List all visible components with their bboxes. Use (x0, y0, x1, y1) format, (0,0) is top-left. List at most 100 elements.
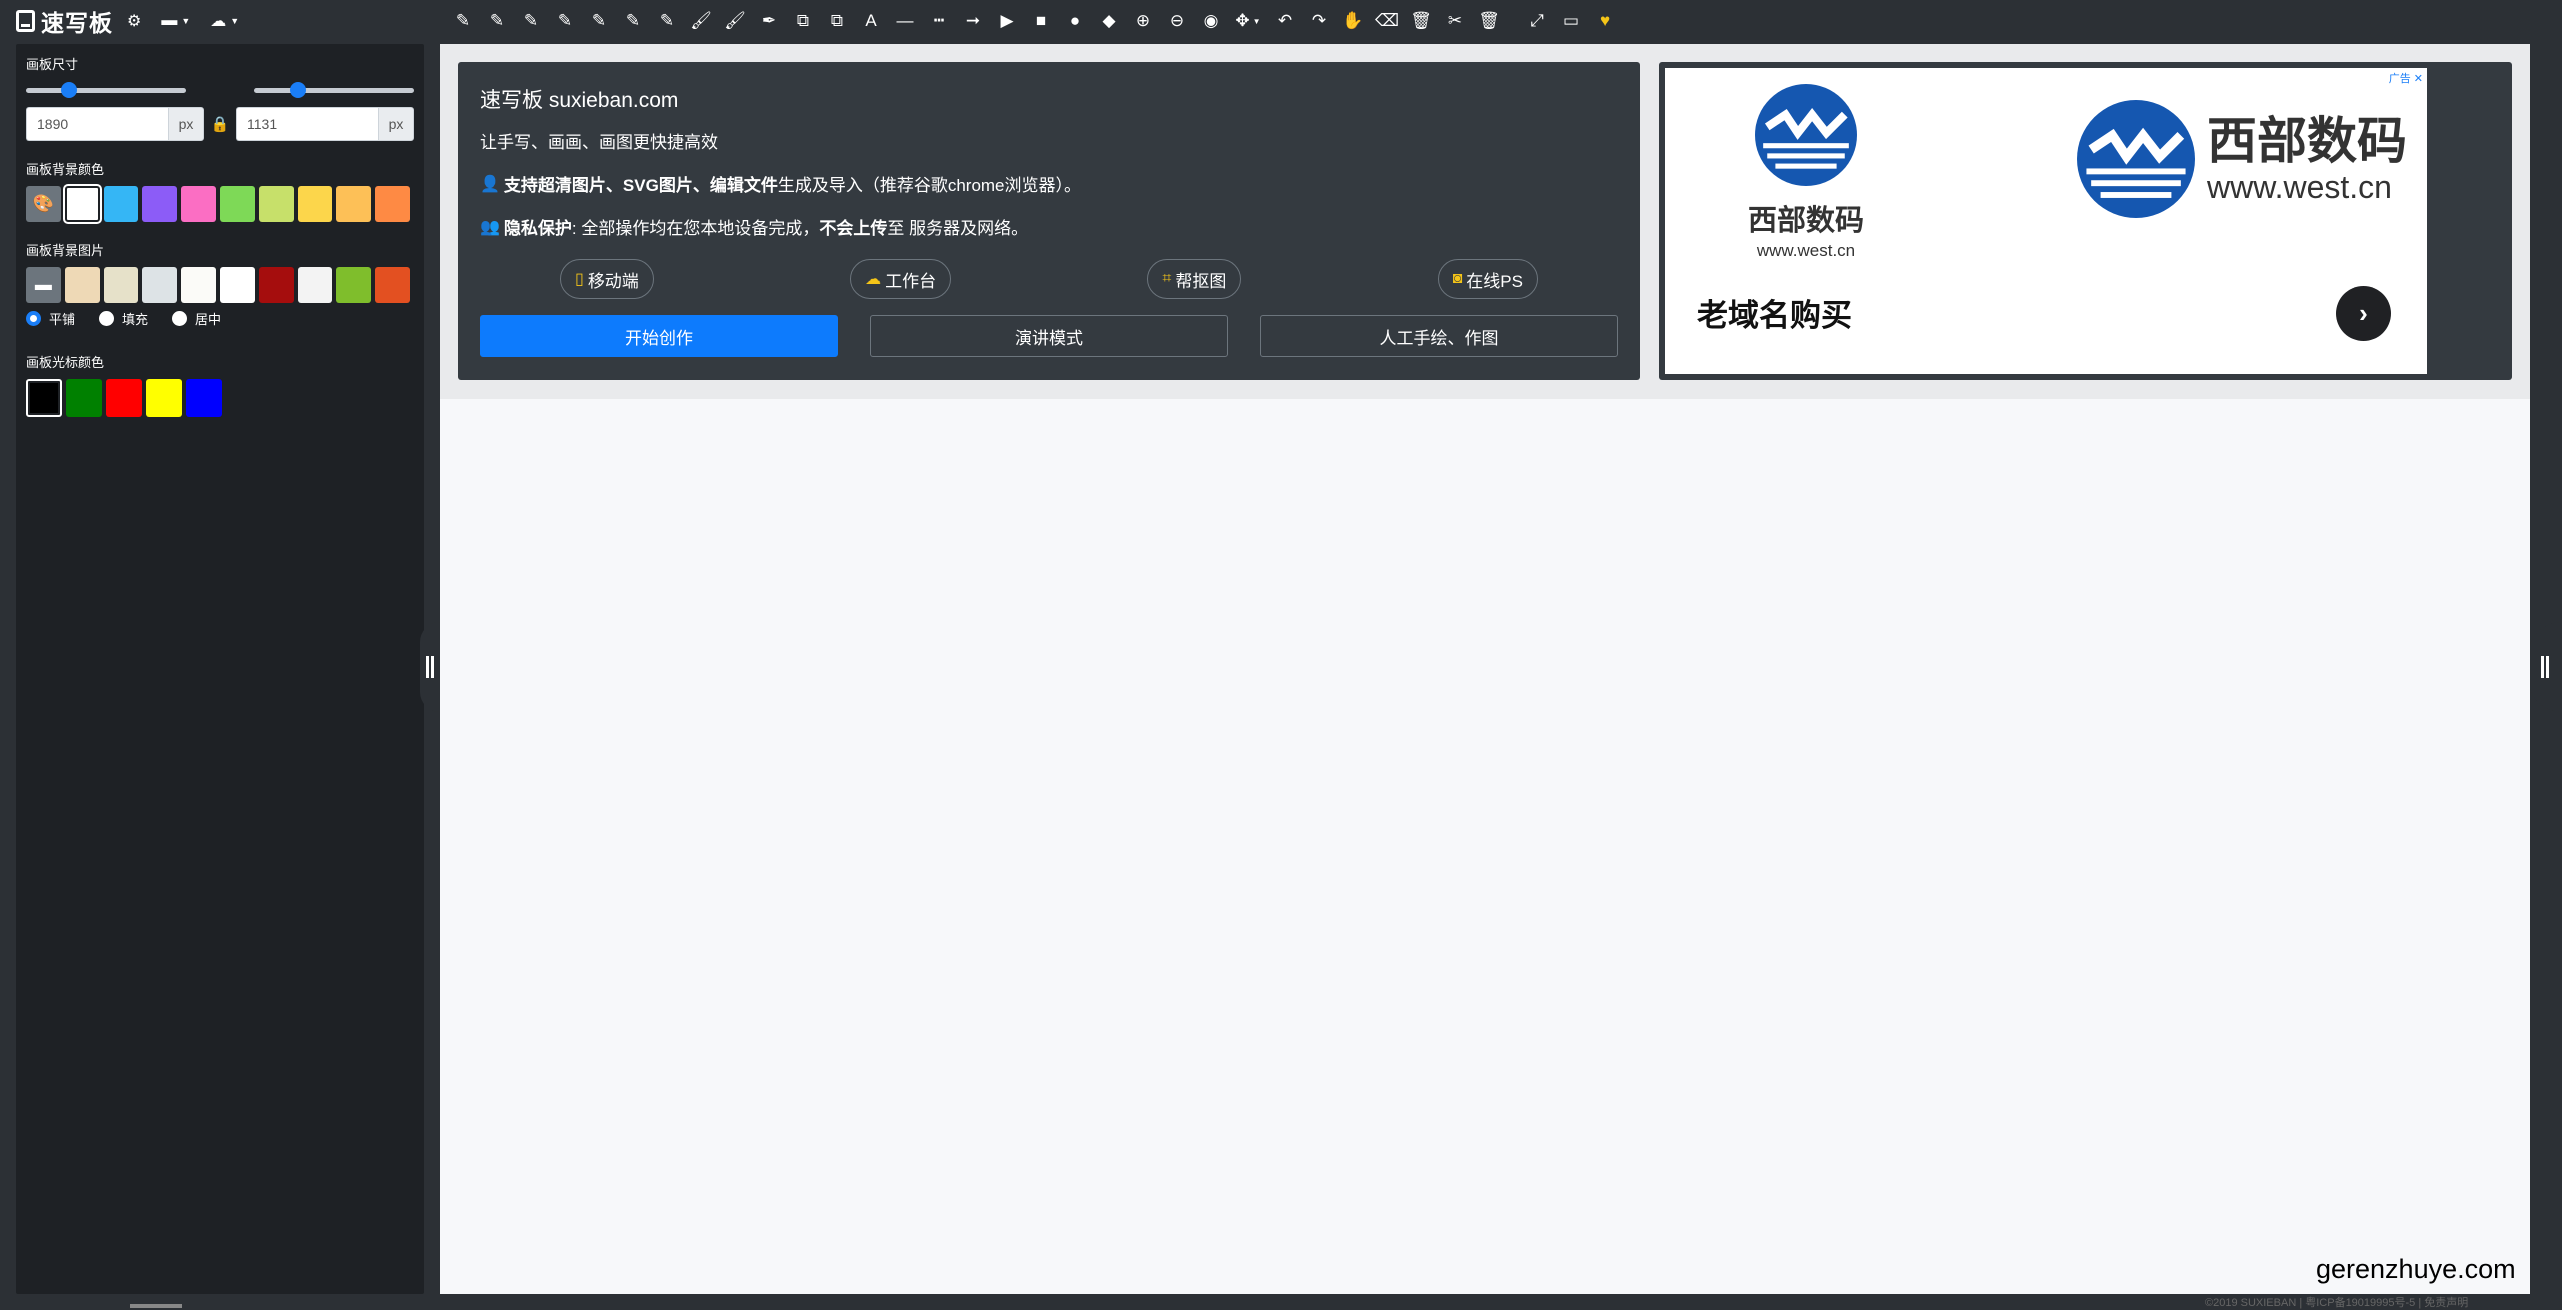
cloud-upload-icon[interactable]: ☁ ▼ (210, 11, 239, 31)
quick-link-0[interactable]: ▯ 移动端 (560, 259, 654, 299)
bg-color-swatch[interactable] (336, 186, 372, 222)
fill-mode-option[interactable]: 平铺 (26, 309, 75, 328)
triangle-icon[interactable]: ▶ (990, 4, 1024, 38)
quick-link-3[interactable]: ◙ 在线PS (1437, 259, 1538, 299)
folder-icon[interactable]: ▬ (26, 267, 61, 303)
brand[interactable]: 速写板 (16, 0, 113, 42)
pencil-4-icon[interactable]: ✎ (548, 4, 582, 38)
hand-icon[interactable]: ✋ (1336, 4, 1370, 38)
brush-2-icon[interactable]: 🖌 (718, 4, 752, 38)
bg-color-swatch[interactable] (220, 186, 255, 222)
pencil-5-icon-glyph: ✎ (591, 11, 607, 30)
presentation-mode-button[interactable]: 演讲模式 (870, 315, 1228, 357)
bg-image-label: 画板背景图片 (26, 243, 105, 258)
pencil-3-icon[interactable]: ✎ (514, 4, 548, 38)
brush-1-icon[interactable]: 🖌 (684, 4, 718, 38)
pencil-1-icon[interactable]: ✎ (446, 4, 480, 38)
height-slider[interactable] (254, 81, 414, 99)
fill-mode-option[interactable]: 填充 (99, 309, 148, 328)
eraser-icon[interactable]: ⌫ (1370, 4, 1404, 38)
square-icon[interactable]: ■ (1024, 4, 1058, 38)
bg-color-swatch[interactable] (62, 184, 102, 224)
bg-color-swatch[interactable] (297, 186, 333, 222)
scroll-handle[interactable] (130, 1304, 182, 1308)
bg-image-swatch[interactable] (142, 267, 178, 303)
bg-color-swatch[interactable] (375, 186, 410, 222)
start-create-button[interactable]: 开始创作 (480, 315, 838, 357)
bg-image-swatch[interactable] (64, 267, 100, 303)
fill-mode-option[interactable]: 居中 (172, 309, 221, 328)
pencil-7-icon[interactable]: ✎ (650, 4, 684, 38)
pencil-2-icon-glyph: ✎ (489, 11, 505, 30)
height-slider-thumb[interactable] (290, 82, 306, 98)
zoom-out-icon-glyph: ⊖ (1169, 11, 1185, 30)
bg-image-swatch[interactable] (258, 267, 294, 303)
circle-icon[interactable]: ● (1058, 4, 1092, 38)
bg-image-swatch[interactable] (219, 267, 255, 303)
bg-image-swatch[interactable] (103, 267, 139, 303)
folder-open-icon[interactable]: ▬ ▼ (161, 12, 190, 30)
cursor-color-swatch[interactable] (146, 379, 182, 417)
cursor-color-swatch[interactable] (66, 379, 102, 417)
width-slider-thumb[interactable] (60, 82, 77, 98)
bg-color-swatch[interactable] (142, 186, 178, 222)
presentation-icon[interactable]: ▭ (1554, 4, 1588, 38)
fullscreen-icon[interactable]: ⤢ (1520, 4, 1554, 38)
intro-subtitle: 让手写、画画、画图更快捷高效 (480, 133, 718, 152)
bg-image-swatch[interactable] (297, 267, 333, 303)
scissors-icon[interactable]: ✂ (1438, 4, 1472, 38)
bg-image-swatch[interactable] (181, 267, 216, 303)
bg-color-swatch[interactable] (181, 186, 217, 222)
pencil-6-icon[interactable]: ✎ (616, 4, 650, 38)
cursor-color-swatch[interactable] (186, 379, 222, 417)
shapes-alt-icon[interactable]: ⧉ (820, 4, 854, 38)
undo-icon[interactable]: ↶ (1268, 4, 1302, 38)
heart-icon[interactable]: ♥ (1588, 4, 1622, 38)
shapes-group-icon[interactable]: ◆ (1092, 4, 1126, 38)
dashed-line-icon[interactable]: ┅ (922, 4, 956, 38)
bg-color-swatch[interactable] (258, 186, 294, 222)
ad-close-tag[interactable]: 广告 ✕ (2389, 70, 2423, 86)
zoom-out-icon[interactable]: ⊖ (1160, 4, 1194, 38)
bg-image-swatch[interactable] (375, 267, 410, 303)
lock-icon[interactable]: 🔒 (208, 115, 232, 133)
manual-drawing-button[interactable]: 人工手绘、作图 (1260, 315, 1618, 357)
shapes-icon[interactable]: ⧉ (786, 4, 820, 38)
text-icon[interactable]: A (854, 4, 888, 38)
brush-2-icon-glyph: 🖌 (724, 11, 746, 30)
quick-link-label: 工作台 (885, 271, 937, 291)
radio-button[interactable] (99, 311, 115, 326)
pencil-5-icon[interactable]: ✎ (582, 4, 616, 38)
line-icon[interactable]: — (888, 4, 922, 38)
trash-icon[interactable]: 🗑 (1404, 4, 1438, 38)
square-icon-glyph: ■ (1035, 11, 1047, 30)
canvas-area[interactable]: 速写板 suxieban.com 让手写、画画、画图更快捷高效 👤 支持超清图片… (440, 44, 2530, 1294)
redo-icon[interactable]: ↷ (1302, 4, 1336, 38)
right-panel-toggle[interactable] (2528, 622, 2562, 712)
arrow-line-icon[interactable]: ➞ (956, 4, 990, 38)
cursor-color-swatch[interactable] (26, 379, 62, 417)
cursor-color-swatch[interactable] (106, 379, 142, 417)
quick-link-1[interactable]: ☁ 工作台 (850, 259, 952, 299)
width-slider[interactable] (26, 81, 186, 99)
height-input[interactable] (236, 107, 378, 141)
bg-color-swatch[interactable] (103, 186, 139, 222)
shapes-icon-glyph: ⧉ (796, 11, 810, 30)
quick-link-2[interactable]: ⌗ 帮抠图 (1147, 259, 1242, 299)
left-panel-toggle[interactable] (420, 622, 440, 712)
bg-image-swatch[interactable] (336, 267, 372, 303)
gear-icon[interactable]: ⚙ (127, 11, 141, 31)
palette-icon[interactable]: 🎨 (26, 186, 61, 222)
marker-icon[interactable]: ✒ (752, 4, 786, 38)
trash-all-icon[interactable]: 🗑 (1472, 4, 1506, 38)
privacy-text: : 全部操作均在您本地设备完成， (571, 219, 820, 238)
width-input[interactable] (26, 107, 168, 141)
ad-banner[interactable]: 广告 ✕ 西部数码 www.west.cn 西部数码 www.west.cn 老… (1665, 68, 2427, 374)
radio-button[interactable] (26, 311, 41, 326)
target-icon[interactable]: ◉ (1194, 4, 1228, 38)
zoom-in-icon[interactable]: ⊕ (1126, 4, 1160, 38)
move-icon[interactable]: ✥ ▼ (1228, 4, 1268, 38)
radio-button[interactable] (172, 311, 188, 326)
pencil-2-icon[interactable]: ✎ (480, 4, 514, 38)
chevron-right-icon[interactable]: › (2336, 286, 2391, 341)
